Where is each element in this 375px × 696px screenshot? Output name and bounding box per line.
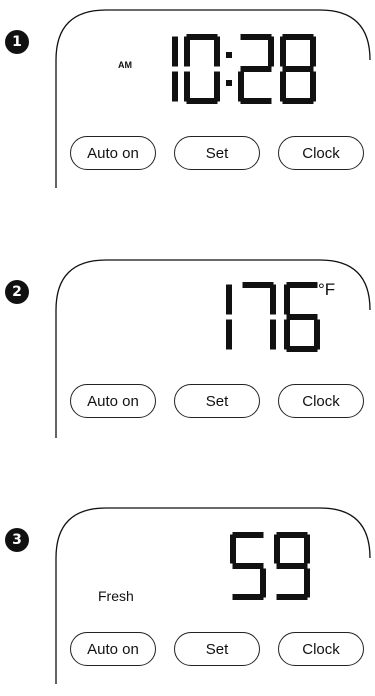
clock-button[interactable]: Clock (278, 136, 364, 170)
digit-5 (230, 532, 266, 600)
unit-label: °F (318, 280, 336, 299)
time-display (172, 34, 316, 104)
digit-7 (242, 282, 276, 350)
clock-button[interactable]: Clock (278, 632, 364, 666)
auto-on-button[interactable]: Auto on (70, 632, 156, 666)
auto-on-button[interactable]: Auto on (70, 136, 156, 170)
set-button[interactable]: Set (174, 632, 260, 666)
digit-6 (284, 282, 320, 352)
set-button[interactable]: Set (174, 384, 260, 418)
colon-dot (226, 80, 232, 86)
auto-on-button[interactable]: Auto on (70, 384, 156, 418)
panel-1: 1 AM Auto on Set Clock (0, 0, 375, 200)
clock-button[interactable]: Clock (278, 384, 364, 418)
digit-8 (280, 34, 316, 104)
temperature-display (226, 282, 320, 352)
digit-9 (274, 532, 310, 600)
digit-2 (238, 34, 274, 104)
set-button[interactable]: Set (174, 136, 260, 170)
colon-dot (226, 52, 232, 58)
panel-3: 3 Fresh Auto on Set Clock (0, 496, 375, 696)
panel-2: 2 °F Auto on Set Clock (0, 248, 375, 448)
digit-0 (184, 34, 220, 104)
countdown-display (230, 532, 310, 600)
